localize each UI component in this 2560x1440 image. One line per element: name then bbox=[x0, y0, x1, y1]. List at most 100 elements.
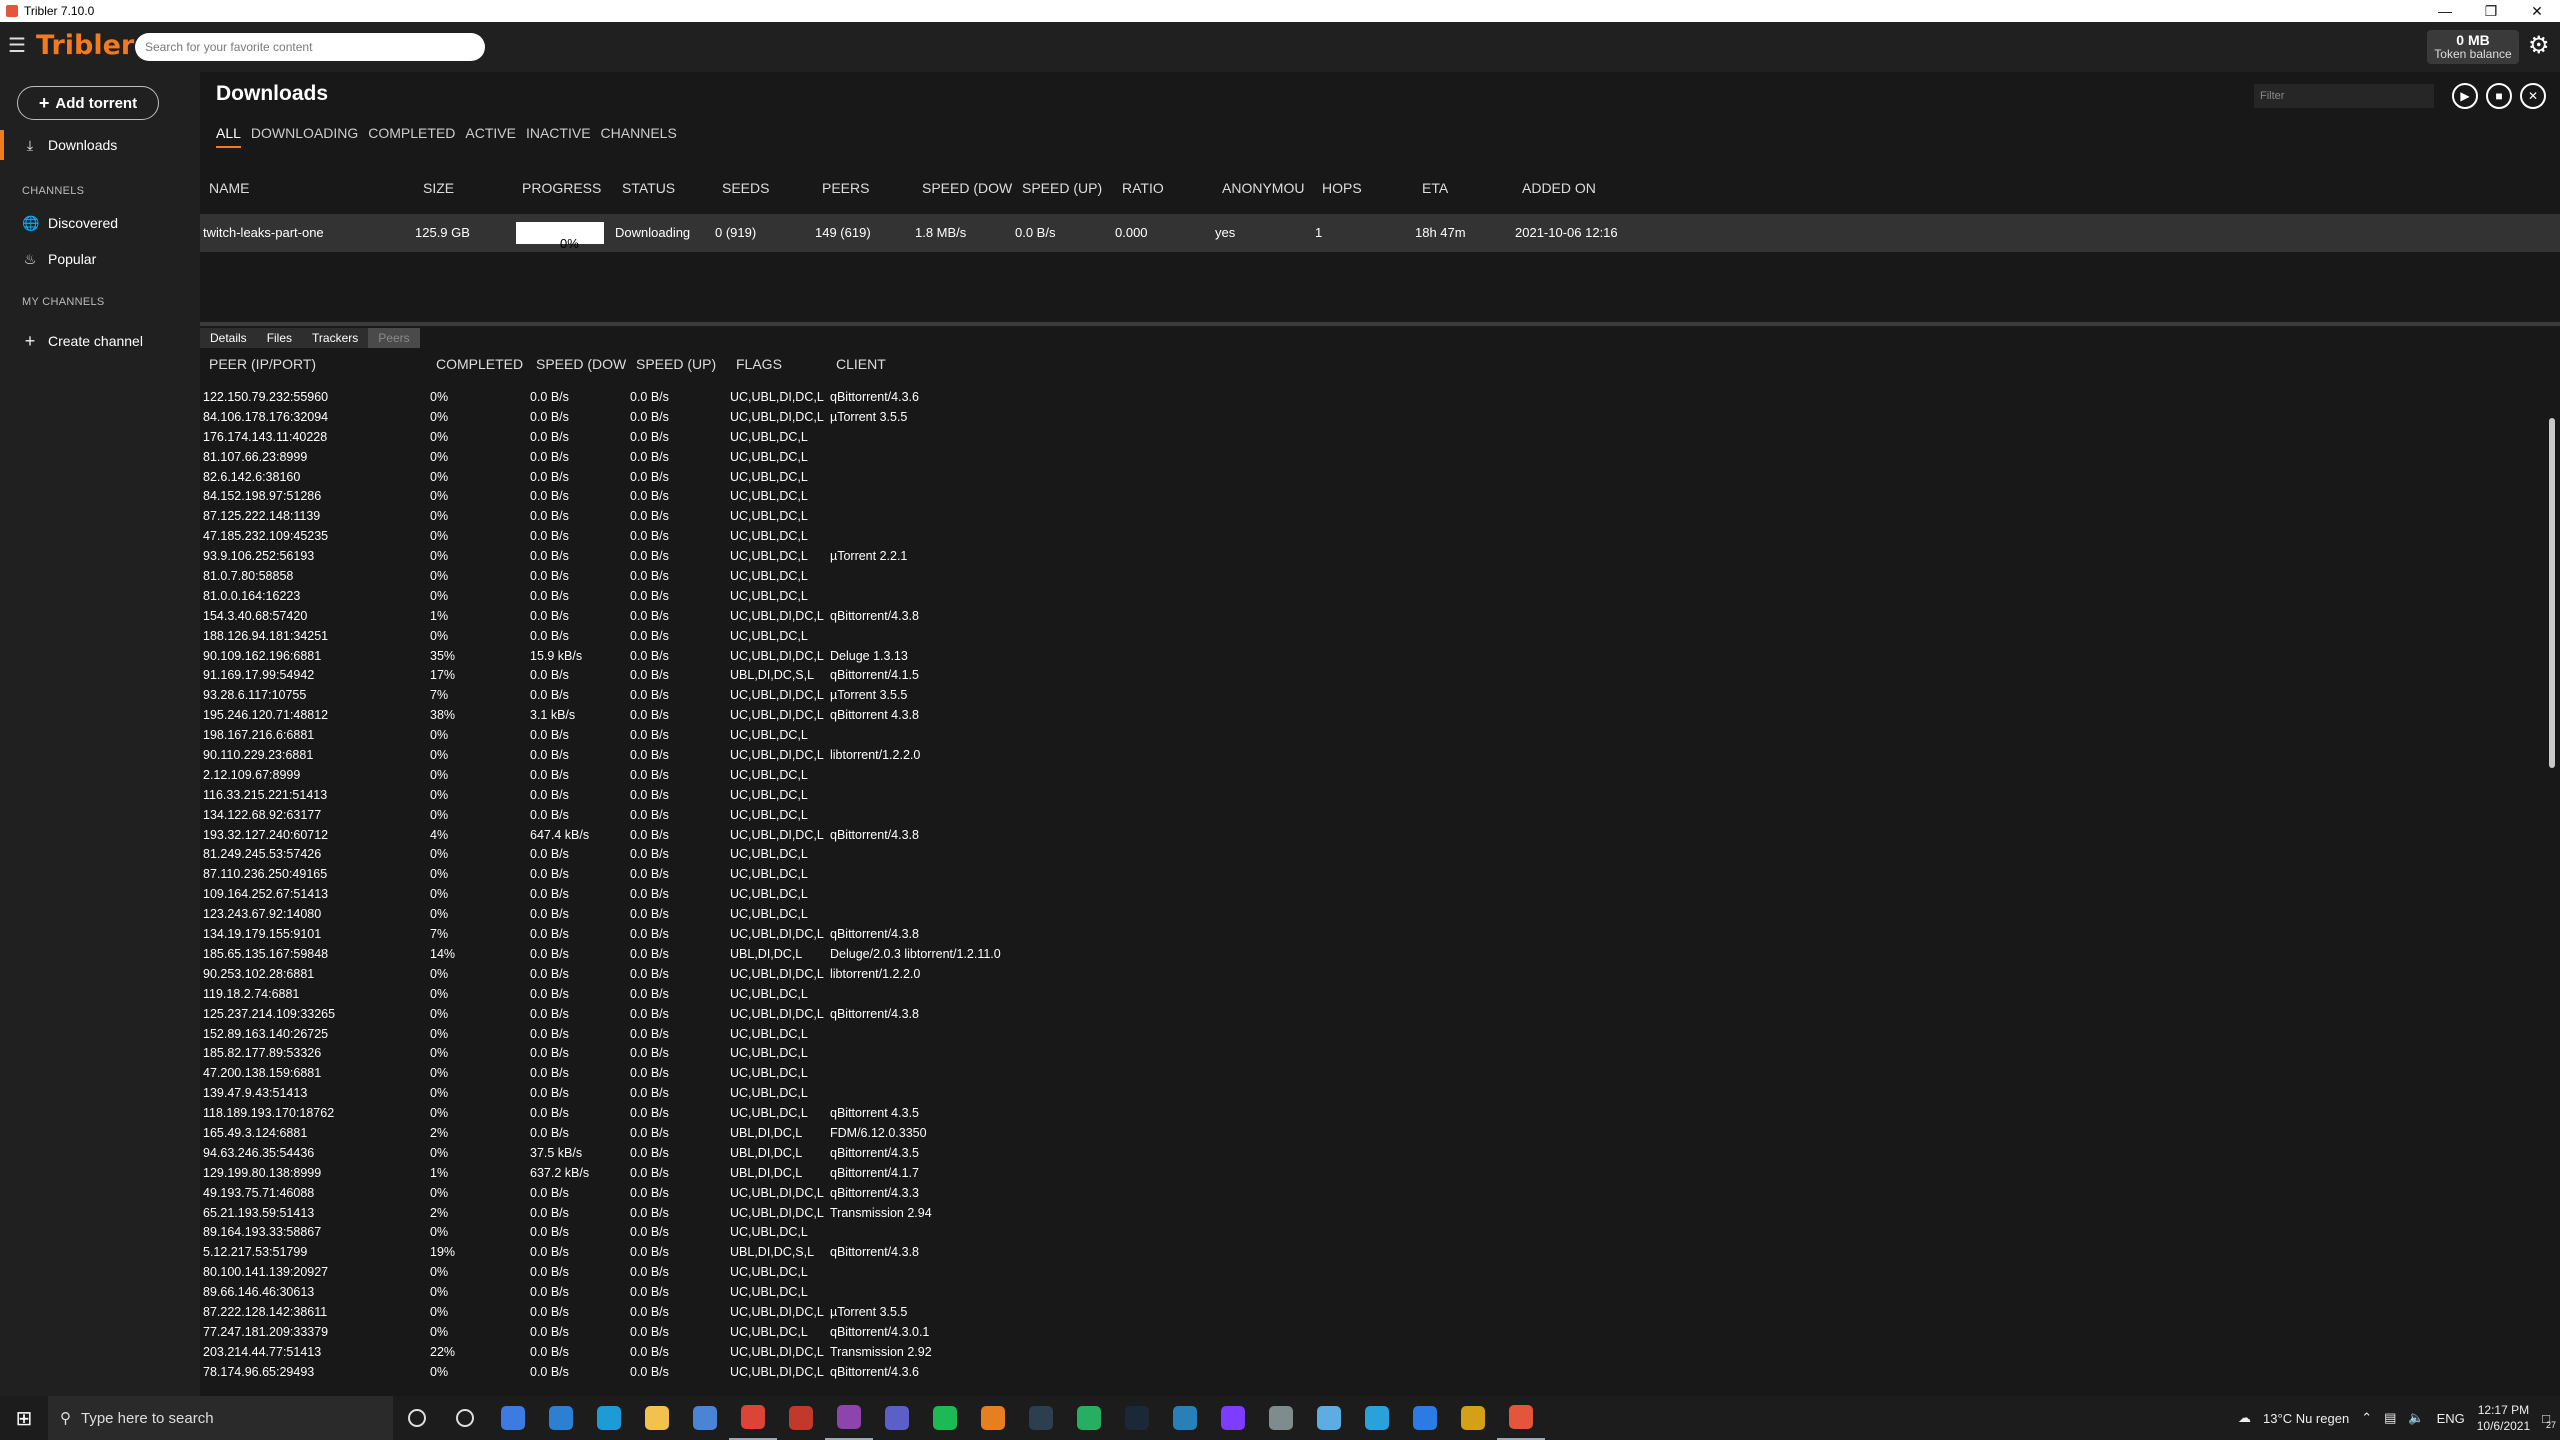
weather-text[interactable]: 13°C Nu regen bbox=[2263, 1411, 2349, 1426]
col-ratio[interactable]: RATIO bbox=[1122, 180, 1164, 196]
table-row[interactable]: 77.247.181.209:33379 0% 0.0 B/s 0.0 B/s UC,U… bbox=[200, 1323, 2540, 1343]
table-row[interactable]: 89.66.146.46:30613 0% 0.0 B/s 0.0 B/s UC,UBL… bbox=[200, 1283, 2540, 1303]
table-row[interactable]: 109.164.252.67:51413 0% 0.0 B/s 0.0 B/s UC,U… bbox=[200, 885, 2540, 905]
taskbar-search[interactable]: ⚲ Type here to search bbox=[48, 1396, 393, 1440]
col-flags[interactable]: FLAGS bbox=[736, 356, 782, 372]
volume-icon[interactable]: 🔈 bbox=[2408, 1410, 2424, 1426]
chrome-alt-icon[interactable] bbox=[489, 1396, 537, 1440]
table-row[interactable]: 5.12.217.53:51799 19% 0.0 B/s 0.0 B/s UBL,DI… bbox=[200, 1243, 2540, 1263]
language-indicator[interactable]: ENG bbox=[2437, 1411, 2465, 1426]
col-peer[interactable]: PEER (IP/PORT) bbox=[209, 356, 316, 372]
tab-all[interactable]: ALL bbox=[216, 125, 241, 148]
edge-icon[interactable] bbox=[585, 1396, 633, 1440]
table-row[interactable]: 84.152.198.97:51286 0% 0.0 B/s 0.0 B/s UC,UB… bbox=[200, 487, 2540, 507]
tribler-taskbar-icon[interactable] bbox=[1497, 1396, 1545, 1440]
minimize-icon[interactable]: — bbox=[2422, 0, 2468, 22]
table-row[interactable]: 90.109.162.196:6881 35% 15.9 kB/s 0.0 B/s UC… bbox=[200, 647, 2540, 667]
col-status[interactable]: STATUS bbox=[622, 180, 675, 196]
col-size[interactable]: SIZE bbox=[423, 180, 454, 196]
table-row[interactable]: 123.243.67.92:14080 0% 0.0 B/s 0.0 B/s UC,UB… bbox=[200, 905, 2540, 925]
table-row[interactable]: 2.12.109.67:8999 0% 0.0 B/s 0.0 B/s UC,UBL,D… bbox=[200, 766, 2540, 786]
table-row[interactable]: 188.126.94.181:34251 0% 0.0 B/s 0.0 B/s UC,U… bbox=[200, 627, 2540, 647]
sidebar-item-popular[interactable]: ♨ Popular bbox=[0, 244, 200, 274]
download-row[interactable]: twitch-leaks-part-one 125.9 GB 0% Downlo… bbox=[200, 214, 2560, 252]
vpn-icon[interactable] bbox=[825, 1396, 873, 1440]
token-balance-button[interactable]: 0 MB Token balance bbox=[2427, 30, 2519, 64]
col-speed-down[interactable]: SPEED (DOW bbox=[922, 180, 1014, 196]
windows-start-icon[interactable]: ⊞ bbox=[0, 1396, 48, 1440]
table-row[interactable]: 47.185.232.109:45235 0% 0.0 B/s 0.0 B/s UC,U… bbox=[200, 527, 2540, 547]
sidebar-item-downloads[interactable]: ⤓ Downloads bbox=[0, 130, 200, 160]
table-row[interactable]: 198.167.216.6:6881 0% 0.0 B/s 0.0 B/s UC,UBL… bbox=[200, 726, 2540, 746]
tab-details[interactable]: Details bbox=[200, 328, 257, 348]
remove-icon[interactable]: ✕ bbox=[2520, 83, 2546, 109]
col-peers[interactable]: PEERS bbox=[822, 180, 869, 196]
tab-channels[interactable]: CHANNELS bbox=[601, 125, 677, 148]
col-added-on[interactable]: ADDED ON bbox=[1522, 180, 1596, 196]
col-client[interactable]: CLIENT bbox=[836, 356, 886, 372]
network-icon[interactable]: ▤ bbox=[2384, 1410, 2396, 1426]
table-row[interactable]: 185.82.177.89:53326 0% 0.0 B/s 0.0 B/s UC,UB… bbox=[200, 1044, 2540, 1064]
photos-icon[interactable] bbox=[1449, 1396, 1497, 1440]
table-row[interactable]: 195.246.120.71:48812 38% 3.1 kB/s 0.0 B/s UC… bbox=[200, 706, 2540, 726]
add-torrent-button[interactable]: + Add torrent bbox=[17, 86, 159, 120]
cloud-app-icon[interactable] bbox=[1161, 1396, 1209, 1440]
task-view-icon[interactable] bbox=[441, 1396, 489, 1440]
tab-inactive[interactable]: INACTIVE bbox=[526, 125, 591, 148]
shield-app-icon[interactable] bbox=[969, 1396, 1017, 1440]
table-row[interactable]: 89.164.193.33:58867 0% 0.0 B/s 0.0 B/s UC,UB… bbox=[200, 1223, 2540, 1243]
col-progress[interactable]: PROGRESS bbox=[522, 180, 601, 196]
file-explorer-icon[interactable] bbox=[633, 1396, 681, 1440]
stop-icon[interactable]: ■ bbox=[2486, 83, 2512, 109]
tab-active[interactable]: ACTIVE bbox=[465, 125, 516, 148]
table-row[interactable]: 139.47.9.43:51413 0% 0.0 B/s 0.0 B/s UC,UBL,… bbox=[200, 1084, 2540, 1104]
table-row[interactable]: 185.65.135.167:59848 14% 0.0 B/s 0.0 B/s UBL… bbox=[200, 945, 2540, 965]
clock[interactable]: 12:17 PM 10/6/2021 bbox=[2477, 1402, 2530, 1434]
table-row[interactable]: 82.6.142.6:38160 0% 0.0 B/s 0.0 B/s UC,UBL,D… bbox=[200, 468, 2540, 488]
table-row[interactable]: 193.32.127.240:60712 4% 647.4 kB/s 0.0 B/s U… bbox=[200, 826, 2540, 846]
col-peer-speed-down[interactable]: SPEED (DOW bbox=[536, 356, 628, 372]
scrollbar-thumb[interactable] bbox=[2549, 418, 2555, 768]
table-row[interactable]: 65.21.193.59:51413 2% 0.0 B/s 0.0 B/s UC,UBL… bbox=[200, 1204, 2540, 1224]
table-row[interactable]: 134.19.179.155:9101 7% 0.0 B/s 0.0 B/s UC,UB… bbox=[200, 925, 2540, 945]
table-row[interactable]: 154.3.40.68:57420 1% 0.0 B/s 0.0 B/s UC,UBL,… bbox=[200, 607, 2540, 627]
tab-files[interactable]: Files bbox=[256, 328, 303, 348]
table-row[interactable]: 176.174.143.11:40228 0% 0.0 B/s 0.0 B/s UC,U… bbox=[200, 428, 2540, 448]
table-row[interactable]: 119.18.2.74:6881 0% 0.0 B/s 0.0 B/s UC,UBL,D… bbox=[200, 985, 2540, 1005]
play-icon[interactable]: ▶ bbox=[2452, 83, 2478, 109]
table-row[interactable]: 90.110.229.23:6881 0% 0.0 B/s 0.0 B/s UC,UBL… bbox=[200, 746, 2540, 766]
sidebar-item-discovered[interactable]: 🌐 Discovered bbox=[0, 208, 200, 238]
table-row[interactable]: 81.107.66.23:8999 0% 0.0 B/s 0.0 B/s UC,UBL,… bbox=[200, 448, 2540, 468]
close-window-icon[interactable]: ✕ bbox=[2514, 0, 2560, 22]
col-completed[interactable]: COMPLETED bbox=[436, 356, 523, 372]
brand-logo[interactable]: Tribler bbox=[36, 30, 134, 61]
table-row[interactable]: 80.100.141.139:20927 0% 0.0 B/s 0.0 B/s UC,U… bbox=[200, 1263, 2540, 1283]
hamburger-menu-icon[interactable]: ☰ bbox=[8, 36, 28, 56]
lightning-app-icon[interactable] bbox=[1209, 1396, 1257, 1440]
table-row[interactable]: 93.28.6.117:10755 7% 0.0 B/s 0.0 B/s UC,UBL,… bbox=[200, 686, 2540, 706]
table-row[interactable]: 93.9.106.252:56193 0% 0.0 B/s 0.0 B/s UC,UBL… bbox=[200, 547, 2540, 567]
tab-downloading[interactable]: DOWNLOADING bbox=[251, 125, 358, 148]
store-icon[interactable] bbox=[681, 1396, 729, 1440]
spotify-icon[interactable] bbox=[921, 1396, 969, 1440]
chrome-icon[interactable] bbox=[729, 1396, 777, 1440]
weather-icon[interactable]: ☁ bbox=[2238, 1410, 2251, 1426]
gear-icon[interactable]: ⚙ bbox=[2528, 34, 2550, 58]
col-speed-up[interactable]: SPEED (UP) bbox=[1022, 180, 1102, 196]
telegram-icon[interactable] bbox=[1353, 1396, 1401, 1440]
tab-completed[interactable]: COMPLETED bbox=[368, 125, 455, 148]
table-row[interactable]: 125.237.214.109:33265 0% 0.0 B/s 0.0 B/s UC,… bbox=[200, 1005, 2540, 1025]
table-row[interactable]: 165.49.3.124:6881 2% 0.0 B/s 0.0 B/s UBL,DI,… bbox=[200, 1124, 2540, 1144]
table-row[interactable]: 203.214.44.77:51413 22% 0.0 B/s 0.0 B/s UC,U… bbox=[200, 1343, 2540, 1363]
table-row[interactable]: 49.193.75.71:46088 0% 0.0 B/s 0.0 B/s UC,UBL… bbox=[200, 1184, 2540, 1204]
table-row[interactable]: 87.125.222.148:1139 0% 0.0 B/s 0.0 B/s UC,UB… bbox=[200, 507, 2540, 527]
settings-app-icon[interactable] bbox=[1257, 1396, 1305, 1440]
sidebar-item-create-channel[interactable]: + Create channel bbox=[0, 326, 200, 356]
steam-icon[interactable] bbox=[1113, 1396, 1161, 1440]
table-row[interactable]: 87.222.128.142:38611 0% 0.0 B/s 0.0 B/s UC,U… bbox=[200, 1303, 2540, 1323]
col-hops[interactable]: HOPS bbox=[1322, 180, 1362, 196]
table-row[interactable]: 134.122.68.92:63177 0% 0.0 B/s 0.0 B/s UC,UB… bbox=[200, 806, 2540, 826]
mail-icon[interactable] bbox=[537, 1396, 585, 1440]
play-app-icon[interactable] bbox=[1065, 1396, 1113, 1440]
peers-scrollbar[interactable] bbox=[2547, 348, 2557, 1396]
